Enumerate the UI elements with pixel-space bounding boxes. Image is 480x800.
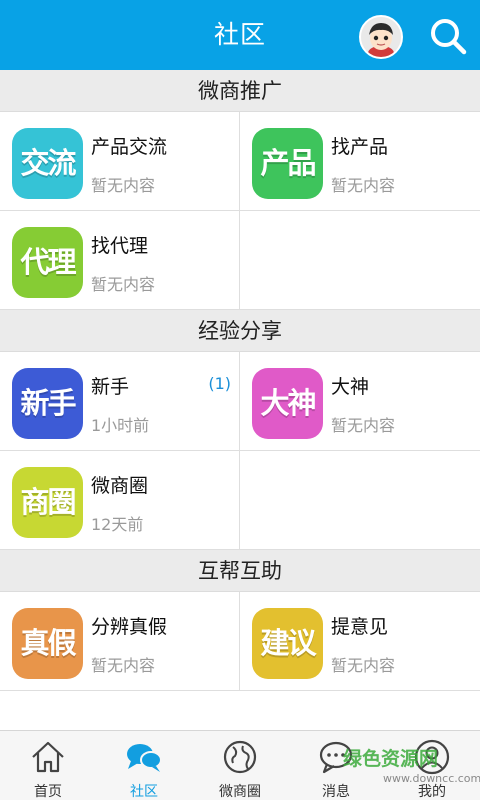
forum-item-title: 找代理 xyxy=(91,235,149,257)
forum-item-title: 新手 xyxy=(91,376,130,398)
forum-item-title: 找产品 xyxy=(331,136,389,158)
section-header-experience: 经验分享 xyxy=(0,310,480,352)
tab-label: 社区 xyxy=(130,784,158,800)
forum-item-find-product[interactable]: 产品 找产品 暂无内容 xyxy=(240,112,480,211)
forum-item-authenticity[interactable]: 真假 分辨真假 暂无内容 xyxy=(0,592,240,691)
forum-item-find-agent[interactable]: 代理 找代理 暂无内容 xyxy=(0,211,240,310)
search-button[interactable] xyxy=(428,16,468,56)
top-bar: 社区 xyxy=(0,0,480,70)
search-icon xyxy=(431,19,467,55)
find-agent-icon: 代理 xyxy=(12,227,83,298)
watermark-url: www.downcc.com xyxy=(383,772,480,785)
forum-item-subtitle: 暂无内容 xyxy=(91,275,156,294)
authenticity-icon: 真假 xyxy=(12,608,83,679)
forum-item-title: 大神 xyxy=(331,376,370,398)
forum-item-expert[interactable]: 大神 大神 暂无内容 xyxy=(240,352,480,451)
tab-label: 首页 xyxy=(34,784,62,800)
tab-community[interactable]: 社区 xyxy=(96,731,192,800)
find-product-icon: 产品 xyxy=(252,128,323,199)
forum-item-subtitle: 暂无内容 xyxy=(331,176,396,195)
page-title: 社区 xyxy=(213,20,266,49)
business-circle-icon: 商圈 xyxy=(12,467,83,538)
forum-item-subtitle: 暂无内容 xyxy=(91,176,156,195)
forum-item-title: 微商圈 xyxy=(91,475,149,497)
forum-item-subtitle: 12天前 xyxy=(91,515,144,534)
expert-icon: 大神 xyxy=(252,368,323,439)
home-icon xyxy=(32,741,64,773)
forum-item-subtitle: 暂无内容 xyxy=(331,656,396,675)
forum-item-wechat-circle[interactable]: 商圈 微商圈 12天前 xyxy=(0,451,240,550)
forum-item-subtitle: 1小时前 xyxy=(91,416,150,435)
user-avatar[interactable] xyxy=(359,15,403,59)
tab-business-circle[interactable]: 微商圈 xyxy=(192,731,288,800)
empty-cell xyxy=(240,451,480,550)
product-exchange-icon: 交流 xyxy=(12,128,83,199)
globe-icon xyxy=(223,740,257,774)
forum-item-subtitle: 暂无内容 xyxy=(331,416,396,435)
section-header-promotion: 微商推广 xyxy=(0,70,480,112)
forum-item-title: 产品交流 xyxy=(91,136,168,158)
forum-item-suggestions[interactable]: 建议 提意见 暂无内容 xyxy=(240,592,480,691)
avatar-boy-icon xyxy=(361,17,401,57)
forum-item-title: 分辨真假 xyxy=(91,616,168,638)
empty-cell xyxy=(240,211,480,310)
section-header-mutual-help: 互帮互助 xyxy=(0,550,480,592)
newbie-icon: 新手 xyxy=(12,368,83,439)
chat-bubbles-icon xyxy=(127,744,162,772)
unread-count-badge: (1) xyxy=(208,374,231,393)
forum-item-title: 提意见 xyxy=(331,616,389,638)
tab-label: 消息 xyxy=(322,784,350,800)
tab-label: 微商圈 xyxy=(219,784,261,800)
forum-item-product-exchange[interactable]: 交流 产品交流 暂无内容 xyxy=(0,112,240,211)
forum-item-subtitle: 暂无内容 xyxy=(91,656,156,675)
forum-item-newbie[interactable]: 新手 新手 1小时前 (1) xyxy=(0,352,240,451)
watermark-text: 绿色资源网 xyxy=(343,748,439,770)
suggestion-icon: 建议 xyxy=(252,608,323,679)
tab-home[interactable]: 首页 xyxy=(0,731,96,800)
